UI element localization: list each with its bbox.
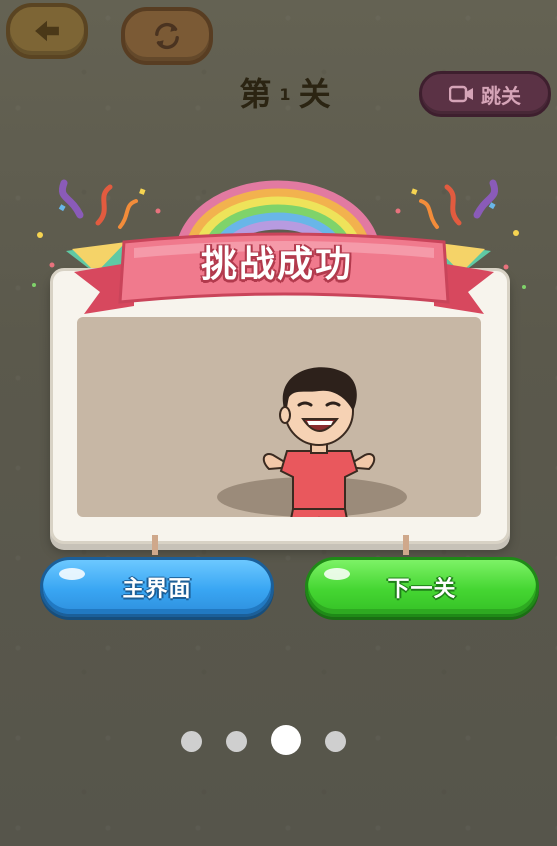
challenge-success-title: 挑战成功: [200, 244, 353, 285]
skip-level-label: 跳关: [481, 83, 521, 108]
page-dot-3-active[interactable]: [271, 725, 301, 755]
next-level-button[interactable]: 下一关: [305, 557, 539, 617]
page-dot-4[interactable]: [325, 731, 346, 752]
level-title: 第 1 关: [200, 73, 370, 115]
refresh-button[interactable]: [121, 7, 213, 65]
next-level-label: 下一关: [387, 577, 457, 602]
main-menu-button[interactable]: 主界面: [40, 557, 274, 617]
page-dot-1[interactable]: [181, 731, 202, 752]
level-number: 1: [279, 84, 291, 104]
page-dot-2[interactable]: [226, 731, 247, 752]
card-support-left: [152, 535, 158, 555]
card-support-right: [403, 535, 409, 555]
level-suffix: 关: [298, 75, 331, 113]
happy-boy-character-icon: [262, 367, 376, 517]
back-button[interactable]: [6, 3, 88, 59]
button-gloss: [324, 568, 350, 580]
video-icon: [449, 85, 473, 103]
level-prefix: 第: [239, 75, 272, 113]
refresh-icon: [155, 22, 179, 50]
skip-level-button[interactable]: 跳关: [419, 71, 551, 117]
back-arrow-icon: [35, 20, 59, 42]
button-gloss: [59, 568, 85, 580]
main-menu-label: 主界面: [122, 577, 192, 602]
result-image-panel: [77, 317, 481, 517]
pagination-dots: [178, 723, 353, 759]
